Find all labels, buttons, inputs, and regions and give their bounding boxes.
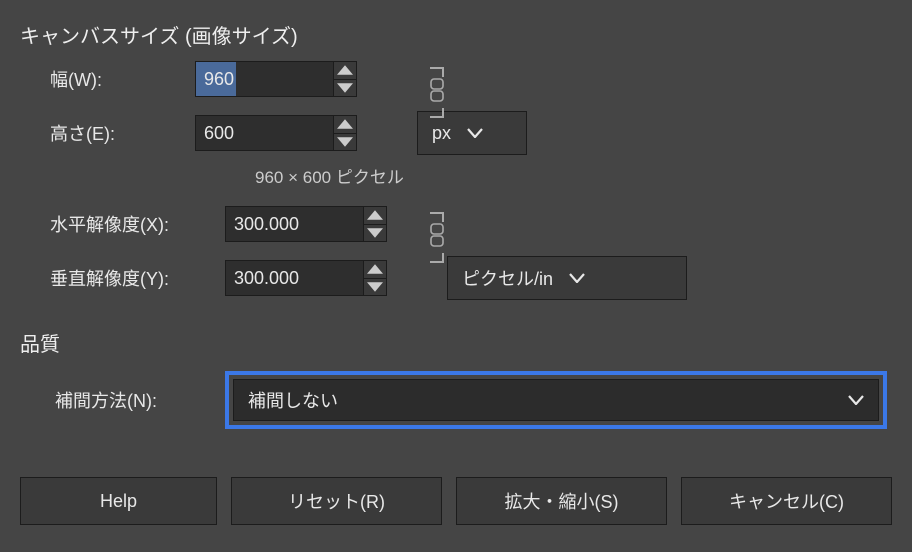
- res-unit-select[interactable]: ピクセル/in: [447, 256, 687, 300]
- height-input[interactable]: [196, 116, 333, 150]
- height-step-up[interactable]: [334, 116, 356, 134]
- resolution-fields: 水平解像度(X): 垂直解像度(Y): ピクセル/in: [20, 206, 892, 300]
- chevron-down-icon: [848, 395, 864, 405]
- reset-button[interactable]: リセット(R): [231, 477, 442, 525]
- size-unit-value: px: [432, 123, 451, 144]
- xres-label: 水平解像度(X):: [20, 211, 225, 237]
- canvas-size-heading: キャンバスサイズ (画像サイズ): [20, 20, 892, 49]
- chevron-down-icon: [569, 273, 585, 283]
- yres-spinbox[interactable]: [225, 260, 387, 296]
- res-link-toggle[interactable]: [424, 212, 450, 263]
- interpolation-value: 補間しない: [248, 387, 338, 413]
- xres-spinbox[interactable]: [225, 206, 387, 242]
- pixel-size-hint: 960 × 600 ピクセル: [255, 163, 892, 188]
- bracket-icon: [430, 212, 444, 222]
- size-fields: 幅(W): 高さ(E): px: [20, 61, 892, 155]
- chevron-up-icon: [367, 264, 383, 274]
- width-spinbox[interactable]: [195, 61, 357, 97]
- height-step-down[interactable]: [334, 134, 356, 151]
- interpolation-focus-ring: 補間しない: [225, 371, 887, 429]
- cancel-button-label: キャンセル(C): [729, 488, 844, 514]
- chevron-down-icon: [337, 137, 353, 147]
- cancel-button[interactable]: キャンセル(C): [681, 477, 892, 525]
- xres-input[interactable]: [226, 207, 363, 241]
- yres-input[interactable]: [226, 261, 363, 295]
- chain-icon: [429, 222, 445, 253]
- bracket-icon: [430, 253, 444, 263]
- help-button[interactable]: Help: [20, 477, 217, 525]
- yres-step-up[interactable]: [364, 261, 386, 279]
- scale-image-dialog: キャンバスサイズ (画像サイズ) 幅(W): 高さ(E):: [0, 0, 912, 543]
- interpolation-label: 補間方法(N):: [20, 387, 225, 413]
- yres-label: 垂直解像度(Y):: [20, 265, 225, 291]
- res-unit-value: ピクセル/in: [462, 265, 553, 291]
- interpolation-select[interactable]: 補間しない: [233, 379, 879, 421]
- width-input[interactable]: [196, 62, 333, 96]
- chevron-down-icon: [367, 282, 383, 292]
- chevron-up-icon: [367, 210, 383, 220]
- quality-heading: 品質: [20, 328, 892, 357]
- width-step-up[interactable]: [334, 62, 356, 80]
- xres-step-up[interactable]: [364, 207, 386, 225]
- bracket-icon: [430, 67, 444, 77]
- chevron-down-icon: [467, 128, 483, 138]
- size-link-toggle[interactable]: [424, 67, 450, 118]
- chevron-down-icon: [367, 228, 383, 238]
- height-label: 高さ(E):: [20, 120, 195, 146]
- chevron-down-icon: [337, 83, 353, 93]
- scale-button[interactable]: 拡大・縮小(S): [456, 477, 667, 525]
- chevron-up-icon: [337, 119, 353, 129]
- xres-step-down[interactable]: [364, 225, 386, 242]
- height-spinbox[interactable]: [195, 115, 357, 151]
- chain-icon: [429, 77, 445, 108]
- dialog-buttons: Help リセット(R) 拡大・縮小(S) キャンセル(C): [20, 477, 892, 543]
- yres-step-down[interactable]: [364, 279, 386, 296]
- help-button-label: Help: [100, 491, 137, 512]
- bracket-icon: [430, 108, 444, 118]
- width-label: 幅(W):: [20, 66, 195, 92]
- chevron-up-icon: [337, 65, 353, 75]
- width-step-down[interactable]: [334, 80, 356, 97]
- scale-button-label: 拡大・縮小(S): [505, 488, 619, 514]
- reset-button-label: リセット(R): [288, 488, 385, 514]
